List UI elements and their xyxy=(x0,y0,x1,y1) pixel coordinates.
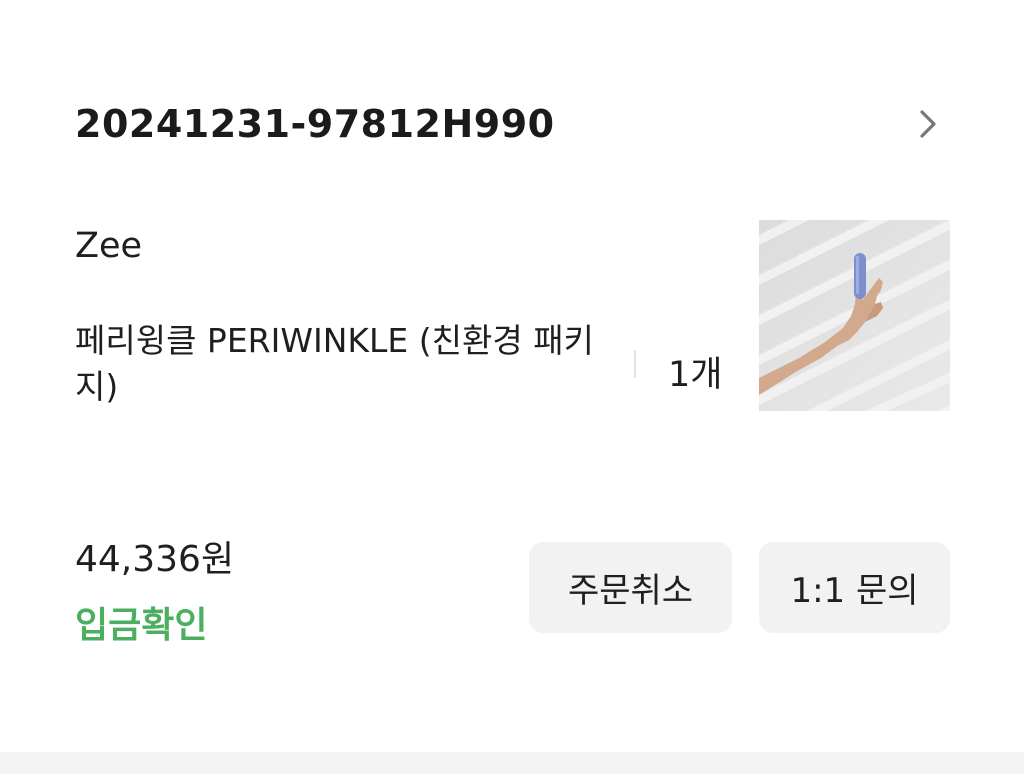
brand-name: Zee xyxy=(75,226,143,266)
product-name[interactable]: 페리윙클 PERIWINKLE (친환경 패키지) xyxy=(75,318,615,410)
product-quantity: 1개 xyxy=(668,355,723,395)
order-header[interactable]: 20241231-97812H990 xyxy=(75,96,945,152)
order-number: 20241231-97812H990 xyxy=(75,102,555,146)
cancel-order-button[interactable]: 주문취소 xyxy=(529,542,732,633)
section-separator xyxy=(0,752,1024,774)
product-thumbnail[interactable] xyxy=(759,220,950,411)
inquiry-button[interactable]: 1:1 문의 xyxy=(759,542,950,633)
divider xyxy=(634,350,636,378)
order-card: 20241231-97812H990 Zee 페리윙클 PERIWINKLE (… xyxy=(0,0,1024,752)
chevron-right-icon[interactable] xyxy=(911,107,945,141)
order-price: 44,336원 xyxy=(75,539,235,580)
order-status: 입금확인 xyxy=(75,605,208,646)
